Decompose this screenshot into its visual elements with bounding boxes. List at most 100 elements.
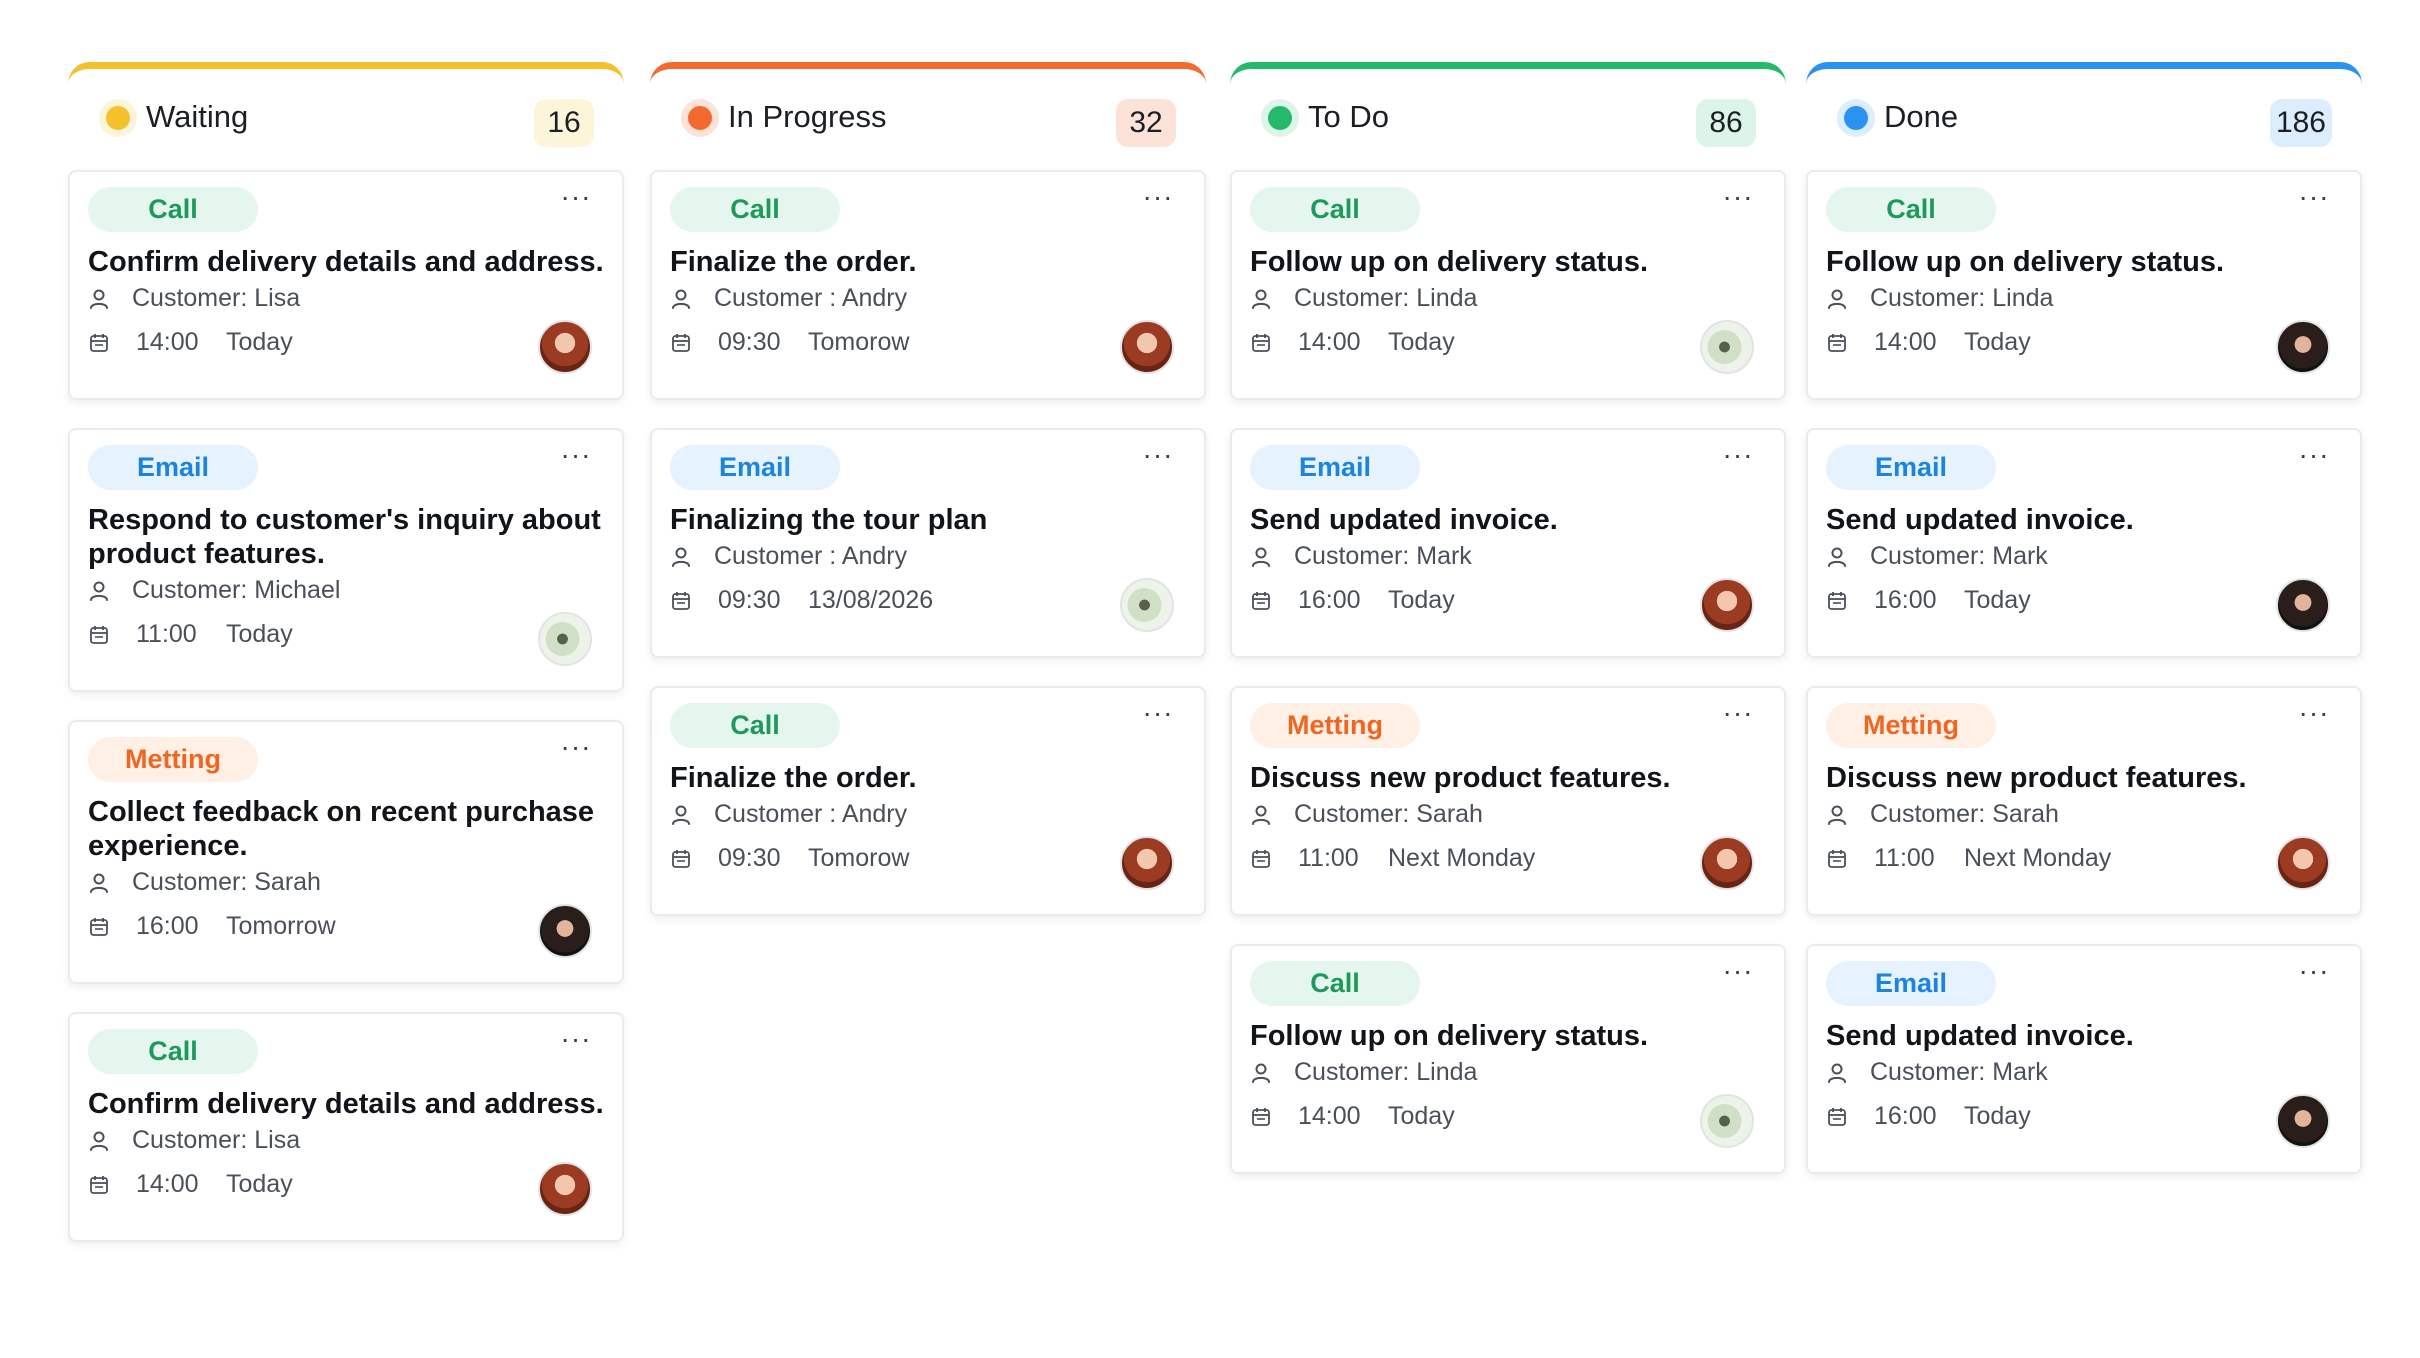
avatar[interactable] [1700, 578, 1754, 632]
avatar[interactable] [538, 320, 592, 374]
avatar[interactable] [1120, 836, 1174, 890]
tag-badge[interactable]: Call [88, 1029, 258, 1074]
more-options-icon[interactable]: ··· [1138, 440, 1178, 470]
avatar[interactable] [2276, 578, 2330, 632]
user-icon [1828, 805, 1846, 825]
task-card[interactable]: Call ··· Follow up on delivery status. Cust… [1230, 170, 1786, 400]
avatar[interactable] [538, 904, 592, 958]
avatar[interactable] [1700, 1094, 1754, 1148]
tag-badge[interactable]: Call [88, 187, 258, 232]
task-card[interactable]: Call ··· Finalize the order. Customer : And… [650, 170, 1206, 400]
tag-badge[interactable]: Call [1250, 961, 1420, 1006]
task-card[interactable]: Email ··· Send updated invoice. Customer: M… [1806, 428, 2362, 658]
customer-label: Customer: Lisa [132, 284, 301, 312]
calendar-icon [90, 1176, 108, 1194]
avatar[interactable] [1120, 578, 1174, 632]
avatar[interactable] [1120, 320, 1174, 374]
more-options-icon[interactable]: ··· [556, 440, 596, 470]
customer-label: Customer: Mark [1294, 542, 1472, 570]
more-options-icon[interactable]: ··· [556, 1024, 596, 1054]
more-options-icon[interactable]: ··· [2294, 698, 2334, 728]
task-card[interactable]: Call ··· Confirm delivery details and addr… [68, 170, 624, 400]
column-count-badge: 186 [2269, 99, 2332, 147]
more-options-icon[interactable]: ··· [1718, 956, 1758, 986]
avatar[interactable] [538, 612, 592, 666]
calendar-icon [1252, 334, 1270, 352]
customer-label: Customer : Andry [714, 284, 908, 312]
card-title-line: Follow up on delivery status. [1250, 1020, 1648, 1052]
more-options-icon[interactable]: ··· [556, 182, 596, 212]
customer-label: Customer: Michael [132, 576, 341, 604]
card-title-line: experience. [88, 830, 248, 862]
calendar-icon [90, 626, 108, 644]
tag-badge[interactable]: Email [1826, 961, 1996, 1006]
task-card[interactable]: Call ··· Follow up on delivery status. Cust… [1230, 944, 1786, 1174]
task-card[interactable]: Email ··· Send updated invoice. Customer: M… [1230, 428, 1786, 658]
avatar[interactable] [2276, 836, 2330, 890]
tag-badge[interactable]: Email [1826, 445, 1996, 490]
card-title: Discuss new product features. [1826, 761, 2346, 795]
task-card[interactable]: Call ··· Follow up on delivery status. Cust… [1806, 170, 2362, 400]
user-icon [90, 873, 108, 893]
avatar[interactable] [2276, 1094, 2330, 1148]
task-card[interactable]: Metting ··· Collect feedback on recent pur… [68, 720, 624, 984]
more-options-icon[interactable]: ··· [1718, 182, 1758, 212]
avatar[interactable] [1700, 836, 1754, 890]
card-title-line: Discuss new product features. [1826, 762, 2247, 794]
task-card[interactable]: Email ··· Send updated invoice. Customer: M… [1806, 944, 2362, 1174]
task-card[interactable]: Email ··· Finalizing the tour plan Customer… [650, 428, 1206, 658]
calendar-icon [1828, 592, 1846, 610]
more-options-icon[interactable]: ··· [1138, 182, 1178, 212]
customer-label: Customer: Sarah [132, 868, 321, 896]
tag-badge[interactable]: Email [1250, 445, 1420, 490]
status-dot [1844, 106, 1868, 130]
column-to-do: To Do 86 Call ··· Follow up on delivery stat… [1230, 62, 1786, 1174]
user-icon [1828, 289, 1846, 309]
card-title-line: product features. [88, 538, 325, 570]
task-card[interactable]: Metting ··· Discuss new product features. C… [1230, 686, 1786, 916]
avatar[interactable] [1700, 320, 1754, 374]
schedule-day: Today [1964, 1102, 2031, 1130]
more-options-icon[interactable]: ··· [1718, 440, 1758, 470]
tag-badge[interactable]: Call [1826, 187, 1996, 232]
card-title-line: Send updated invoice. [1826, 1020, 2134, 1052]
user-icon [672, 805, 690, 825]
avatar[interactable] [538, 1162, 592, 1216]
card-title: Finalizing the tour plan [670, 503, 1190, 537]
schedule-time: 14:00 [136, 328, 199, 356]
tag-badge[interactable]: Email [670, 445, 840, 490]
calendar-icon [672, 592, 690, 610]
tag-badge[interactable]: Metting [1250, 703, 1420, 748]
customer-label: Customer: Mark [1870, 542, 2048, 570]
more-options-icon[interactable]: ··· [1718, 698, 1758, 728]
column-header: Done 186 [1806, 62, 2362, 154]
avatar[interactable] [2276, 320, 2330, 374]
more-options-icon[interactable]: ··· [556, 732, 596, 762]
tag-badge[interactable]: Email [88, 445, 258, 490]
tag-badge[interactable]: Call [1250, 187, 1420, 232]
more-options-icon[interactable]: ··· [2294, 440, 2334, 470]
more-options-icon[interactable]: ··· [1138, 698, 1178, 728]
calendar-icon [90, 918, 108, 936]
tag-badge[interactable]: Metting [1826, 703, 1996, 748]
customer-label: Customer: Sarah [1294, 800, 1483, 828]
more-options-icon[interactable]: ··· [2294, 956, 2334, 986]
user-icon [1828, 547, 1846, 567]
card-title-line: Respond to customer's inquiry about [88, 504, 601, 536]
task-card[interactable]: Call ··· Confirm delivery details and addr… [68, 1012, 624, 1242]
user-icon [1252, 805, 1270, 825]
tag-badge[interactable]: Metting [88, 737, 258, 782]
status-dot [106, 106, 130, 130]
tag-badge[interactable]: Call [670, 187, 840, 232]
column-count-badge: 16 [534, 99, 594, 147]
tag-badge[interactable]: Call [670, 703, 840, 748]
schedule-day: Today [1388, 1102, 1455, 1130]
task-card[interactable]: Call ··· Finalize the order. Customer : And… [650, 686, 1206, 916]
task-card[interactable]: Metting ··· Discuss new product features. C… [1806, 686, 2362, 916]
more-options-icon[interactable]: ··· [2294, 182, 2334, 212]
card-title: Finalize the order. [670, 761, 1190, 795]
schedule-day: Tomorow [808, 844, 910, 872]
status-dot [688, 106, 712, 130]
calendar-icon [1252, 850, 1270, 868]
task-card[interactable]: Email ··· Respond to customer's inquiry ab… [68, 428, 624, 692]
